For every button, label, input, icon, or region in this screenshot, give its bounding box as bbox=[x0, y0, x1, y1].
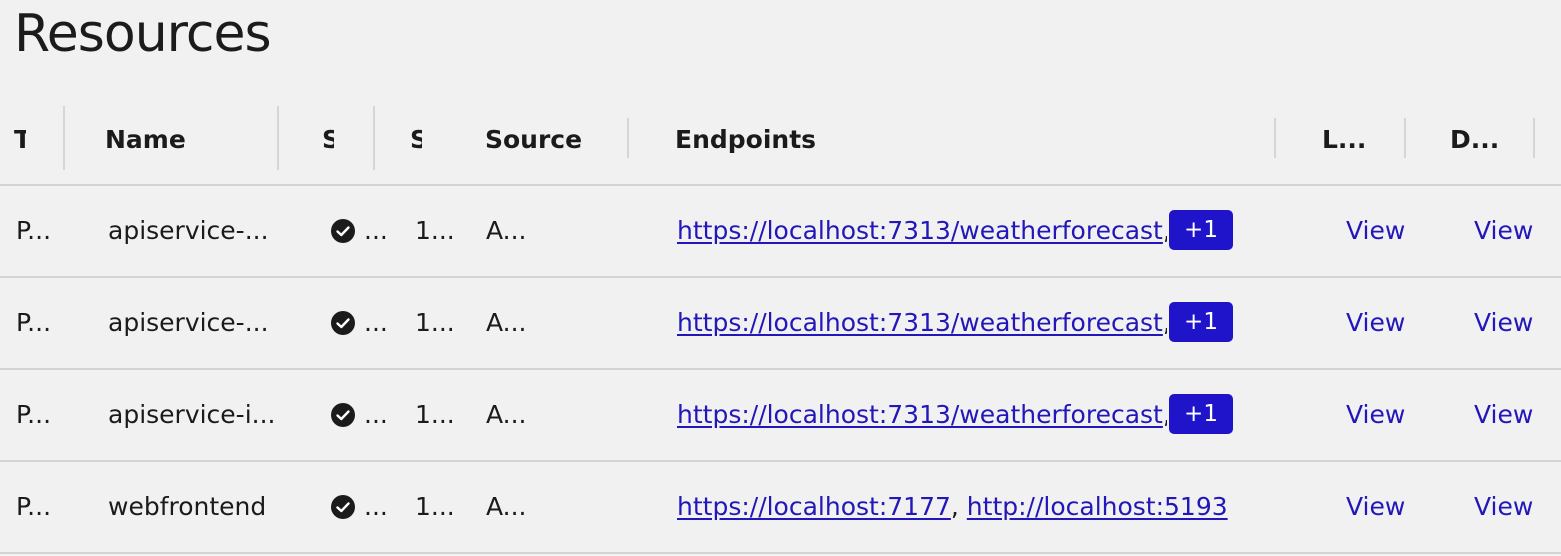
column-resize-handle[interactable] bbox=[277, 106, 279, 170]
name-cell: apiservice-i... bbox=[108, 400, 276, 429]
state-cell: ... bbox=[364, 492, 388, 521]
endpoints-cell: https://localhost:7313/weatherforecast, bbox=[677, 278, 1167, 368]
source-cell: A... bbox=[486, 216, 527, 245]
column-resize-handle[interactable] bbox=[1533, 118, 1535, 158]
start-time-cell: 1... bbox=[415, 308, 455, 337]
endpoints-cell: https://localhost:7313/weatherforecast, bbox=[677, 370, 1167, 460]
type-cell: P... bbox=[16, 308, 52, 337]
more-endpoints-badge[interactable]: +1 bbox=[1169, 210, 1233, 250]
view-details-link[interactable]: View bbox=[1474, 186, 1544, 276]
state-cell: ... bbox=[364, 216, 388, 245]
type-cell: P... bbox=[16, 492, 52, 521]
start-time-cell: 1... bbox=[415, 400, 455, 429]
more-endpoints-badge[interactable]: +1 bbox=[1169, 394, 1233, 434]
endpoints-cell: https://localhost:7313/weatherforecast, bbox=[677, 186, 1167, 276]
table-row[interactable]: P... webfrontend ... 1... A... https://l… bbox=[0, 462, 1561, 554]
column-resize-handle[interactable] bbox=[63, 106, 65, 170]
column-header-details[interactable]: D... bbox=[1450, 96, 1510, 184]
check-circle-icon bbox=[331, 311, 355, 335]
check-circle-icon bbox=[331, 403, 355, 427]
view-details-link[interactable]: View bbox=[1474, 278, 1544, 368]
view-logs-link[interactable]: View bbox=[1346, 278, 1416, 368]
endpoint-link[interactable]: http://localhost:5193 bbox=[967, 492, 1228, 521]
state-cell: ... bbox=[364, 308, 388, 337]
table-row[interactable]: P... apiservice-... ... 1... A... https:… bbox=[0, 186, 1561, 278]
check-circle-icon bbox=[331, 219, 355, 243]
column-resize-handle[interactable] bbox=[627, 118, 629, 158]
column-resize-handle[interactable] bbox=[373, 106, 375, 170]
column-header-logs[interactable]: L... bbox=[1322, 96, 1382, 184]
type-cell: P... bbox=[16, 216, 52, 245]
column-header-type[interactable]: T bbox=[14, 96, 26, 184]
column-header-name[interactable]: Name bbox=[105, 96, 265, 184]
name-cell: webfrontend bbox=[108, 492, 267, 521]
view-logs-link[interactable]: View bbox=[1346, 370, 1416, 460]
source-cell: A... bbox=[486, 492, 527, 521]
endpoint-separator: , bbox=[1163, 400, 1167, 429]
view-details-link[interactable]: View bbox=[1474, 462, 1544, 552]
endpoint-separator: , bbox=[1163, 308, 1167, 337]
endpoint-separator: , bbox=[1163, 216, 1167, 245]
start-time-cell: 1... bbox=[415, 492, 455, 521]
state-cell: ... bbox=[364, 400, 388, 429]
name-cell: apiservice-... bbox=[108, 216, 269, 245]
endpoint-link[interactable]: https://localhost:7177 bbox=[677, 492, 951, 521]
endpoint-link[interactable]: https://localhost:7313/weatherforecast bbox=[677, 216, 1163, 245]
column-header-state[interactable]: S bbox=[322, 96, 334, 184]
column-header-start-time[interactable]: S bbox=[410, 96, 422, 184]
endpoints-cell: https://localhost:7177, http://localhost… bbox=[677, 462, 1277, 552]
endpoint-link[interactable]: https://localhost:7313/weatherforecast bbox=[677, 400, 1163, 429]
page-title: Resources bbox=[14, 4, 272, 64]
column-header-source[interactable]: Source bbox=[485, 96, 605, 184]
type-cell: P... bbox=[16, 400, 52, 429]
source-cell: A... bbox=[486, 308, 527, 337]
check-circle-icon bbox=[331, 495, 355, 519]
endpoint-separator: , bbox=[950, 492, 959, 521]
start-time-cell: 1... bbox=[415, 216, 455, 245]
view-details-link[interactable]: View bbox=[1474, 370, 1544, 460]
table-row[interactable]: P... apiservice-i... ... 1... A... https… bbox=[0, 370, 1561, 462]
view-logs-link[interactable]: View bbox=[1346, 186, 1416, 276]
table-header: T Name S S Source Endpoints L... D... bbox=[0, 96, 1561, 186]
endpoint-link[interactable]: https://localhost:7313/weatherforecast bbox=[677, 308, 1163, 337]
source-cell: A... bbox=[486, 400, 527, 429]
table-row[interactable]: P... apiservice-... ... 1... A... https:… bbox=[0, 278, 1561, 370]
column-resize-handle[interactable] bbox=[1274, 118, 1276, 158]
name-cell: apiservice-... bbox=[108, 308, 269, 337]
more-endpoints-badge[interactable]: +1 bbox=[1169, 302, 1233, 342]
column-header-endpoints[interactable]: Endpoints bbox=[675, 96, 875, 184]
column-resize-handle[interactable] bbox=[1404, 118, 1406, 158]
view-logs-link[interactable]: View bbox=[1346, 462, 1416, 552]
